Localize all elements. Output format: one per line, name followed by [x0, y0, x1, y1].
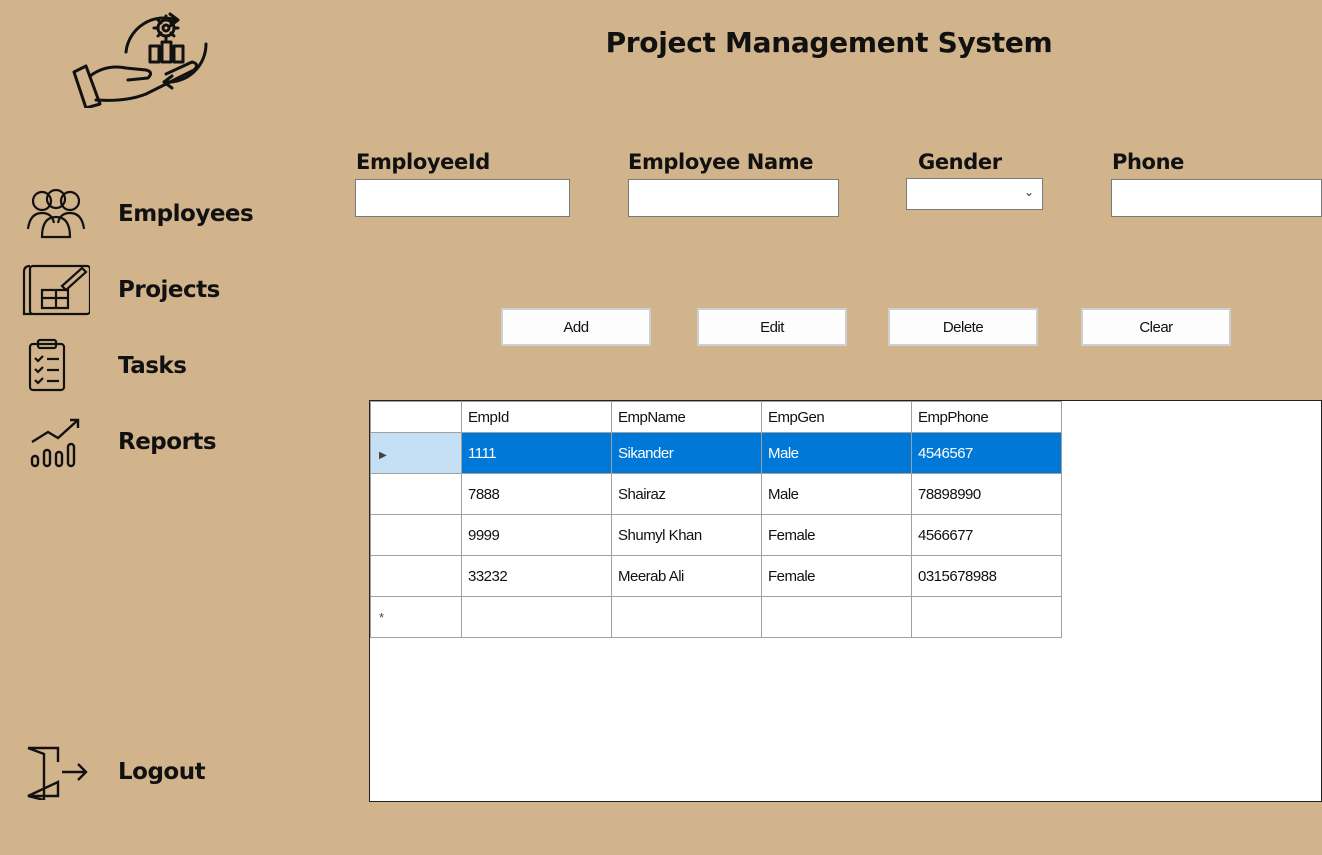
- column-header-empgen[interactable]: EmpGen: [761, 401, 912, 433]
- cell-empgen[interactable]: Male: [761, 473, 912, 515]
- cell-empid[interactable]: 7888: [461, 473, 612, 515]
- logout-icon: [22, 744, 92, 800]
- table-row[interactable]: 9999 Shumyl Khan Female 4566677: [370, 514, 1062, 556]
- people-icon: [22, 186, 92, 242]
- cell-empid[interactable]: 33232: [461, 555, 612, 597]
- sidebar-item-reports[interactable]: Reports: [22, 414, 217, 470]
- blueprint-icon: [22, 262, 92, 318]
- edit-button[interactable]: Edit: [697, 308, 847, 346]
- current-row-indicator[interactable]: ▶: [370, 432, 462, 474]
- chevron-down-icon: ⌄: [1023, 185, 1034, 199]
- column-header-empphone[interactable]: EmpPhone: [911, 401, 1062, 433]
- column-header-empname[interactable]: EmpName: [611, 401, 762, 433]
- row-header[interactable]: [370, 555, 462, 597]
- clipboard-icon: [22, 338, 92, 394]
- employee-id-input[interactable]: [355, 179, 570, 217]
- gender-select[interactable]: ⌄: [906, 178, 1043, 210]
- sidebar-item-tasks[interactable]: Tasks: [22, 338, 187, 394]
- employee-name-label: Employee Name: [628, 150, 814, 174]
- cell-empgen[interactable]: [761, 596, 912, 638]
- cell-empphone[interactable]: 4546567: [911, 432, 1062, 474]
- sidebar-item-label: Reports: [118, 429, 217, 455]
- gender-label: Gender: [918, 150, 1002, 174]
- add-button[interactable]: Add: [501, 308, 651, 346]
- sidebar-item-label: Logout: [118, 759, 206, 785]
- cell-empid[interactable]: 1111: [461, 432, 612, 474]
- new-row-asterisk-icon: *: [379, 609, 384, 625]
- chart-icon: [22, 414, 92, 470]
- cell-empphone[interactable]: 0315678988: [911, 555, 1062, 597]
- cell-empname[interactable]: Meerab Ali: [611, 555, 762, 597]
- table-row[interactable]: 7888 Shairaz Male 78898990: [370, 473, 1062, 515]
- page-title: Project Management System: [605, 26, 1053, 59]
- row-header[interactable]: [370, 473, 462, 515]
- clear-button[interactable]: Clear: [1081, 308, 1231, 346]
- logout-button[interactable]: Logout: [22, 744, 206, 800]
- phone-input[interactable]: [1111, 179, 1322, 217]
- sidebar-item-projects[interactable]: Projects: [22, 262, 220, 318]
- phone-label: Phone: [1112, 150, 1184, 174]
- delete-button[interactable]: Delete: [888, 308, 1038, 346]
- sidebar-item-employees[interactable]: Employees: [22, 186, 254, 242]
- sidebar-item-label: Employees: [118, 201, 254, 227]
- table-row[interactable]: ▶ 1111 Sikander Male 4546567: [370, 432, 1062, 474]
- cell-empphone[interactable]: 78898990: [911, 473, 1062, 515]
- cell-empid[interactable]: [461, 596, 612, 638]
- cell-empid[interactable]: 9999: [461, 514, 612, 556]
- row-header[interactable]: [370, 514, 462, 556]
- employees-grid[interactable]: EmpId EmpName EmpGen EmpPhone ▶ 1111 Sik…: [369, 400, 1322, 802]
- grid-corner-cell: [370, 401, 462, 433]
- employee-id-label: EmployeeId: [356, 150, 490, 174]
- cell-empname[interactable]: Sikander: [611, 432, 762, 474]
- cell-empgen[interactable]: Female: [761, 514, 912, 556]
- cell-empname[interactable]: Shairaz: [611, 473, 762, 515]
- sidebar-item-label: Projects: [118, 277, 220, 303]
- sidebar-item-label: Tasks: [118, 353, 187, 379]
- row-pointer-icon: ▶: [379, 449, 387, 461]
- column-header-empid[interactable]: EmpId: [461, 401, 612, 433]
- cell-empname[interactable]: [611, 596, 762, 638]
- cell-empphone[interactable]: [911, 596, 1062, 638]
- cell-empgen[interactable]: Male: [761, 432, 912, 474]
- new-row-indicator[interactable]: *: [370, 596, 462, 638]
- cell-empgen[interactable]: Female: [761, 555, 912, 597]
- new-row[interactable]: *: [370, 596, 1062, 638]
- table-row[interactable]: 33232 Meerab Ali Female 0315678988: [370, 555, 1062, 597]
- grid-table: EmpId EmpName EmpGen EmpPhone ▶ 1111 Sik…: [370, 401, 1062, 638]
- grid-header-row: EmpId EmpName EmpGen EmpPhone: [370, 401, 1062, 433]
- cell-empname[interactable]: Shumyl Khan: [611, 514, 762, 556]
- cell-empphone[interactable]: 4566677: [911, 514, 1062, 556]
- employee-name-input[interactable]: [628, 179, 839, 217]
